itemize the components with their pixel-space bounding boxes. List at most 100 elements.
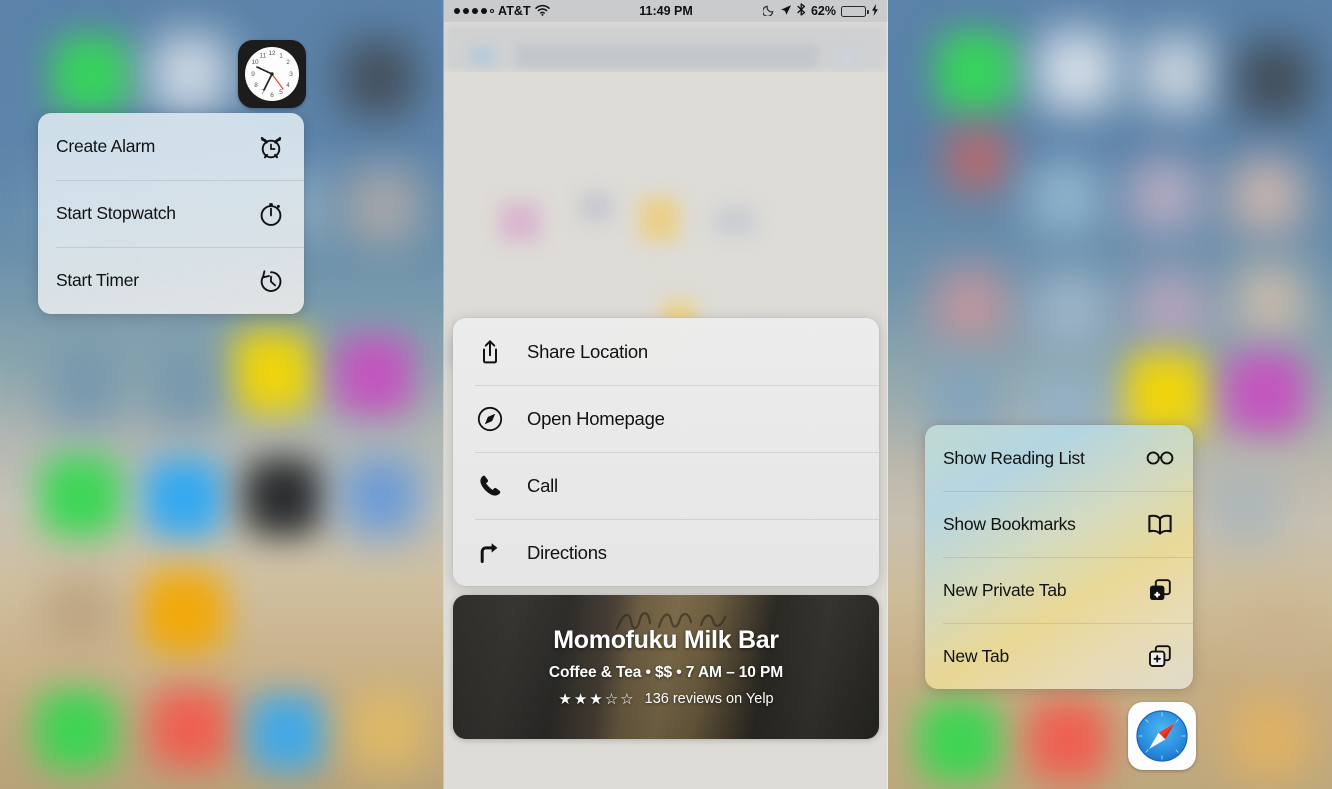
blurred-app-icon (1228, 158, 1304, 234)
blurred-app-icon (936, 32, 1016, 112)
blurred-app-icon (342, 458, 420, 536)
compass-icon (475, 404, 505, 434)
battery-icon (841, 5, 869, 17)
blurred-page-element (714, 207, 756, 235)
svg-text:8: 8 (254, 82, 258, 89)
blurred-dock-icon (150, 688, 230, 768)
quick-action-label: Show Reading List (943, 447, 1085, 468)
blurred-app-icon (48, 352, 122, 426)
blurred-dock-icon (1230, 698, 1310, 778)
blurred-toolbar-icon (470, 46, 494, 66)
svg-text:3: 3 (289, 71, 293, 78)
panel-clock-quick-actions: 12 1 2 345 678 9 10 11 Create Alarm Star… (0, 0, 444, 789)
clock-app-icon[interactable]: 12 1 2 345 678 9 10 11 (238, 40, 306, 108)
blurred-app-icon (1036, 30, 1118, 112)
blurred-app-icon (340, 40, 416, 116)
blurred-page-element (579, 192, 613, 222)
blurred-app-icon (1124, 352, 1208, 436)
quick-action-show-reading-list[interactable]: Show Reading List (925, 425, 1193, 491)
blurred-page-element (499, 202, 541, 242)
restaurant-name: Momofuku Milk Bar (553, 626, 779, 654)
quick-action-start-timer[interactable]: Start Timer (38, 247, 304, 314)
blurred-app-icon (244, 458, 322, 536)
star-rating: ★★★☆☆ (558, 691, 636, 708)
svg-text:1: 1 (279, 53, 283, 60)
blurred-dock-icon (348, 692, 426, 770)
blurred-app-icon (1232, 262, 1308, 338)
blurred-app-icon (1138, 36, 1214, 112)
blurred-app-icon (144, 458, 224, 538)
blurred-app-icon (1224, 352, 1306, 434)
quick-action-label: Start Stopwatch (56, 203, 176, 223)
new-private-tab-icon (1145, 575, 1175, 605)
directions-arrow-icon (475, 538, 505, 568)
blurred-dock-icon (248, 694, 326, 772)
svg-text:10: 10 (251, 59, 259, 66)
quick-action-new-tab[interactable]: New Tab (925, 623, 1193, 689)
safari-app-icon[interactable] (1128, 702, 1196, 770)
blurred-app-icon (230, 330, 314, 414)
link-quick-actions-menu: Share Location Open Homepage Call Direct… (453, 318, 879, 586)
blurred-app-icon (334, 335, 414, 415)
restaurant-preview-card[interactable]: Momofuku Milk Bar Coffee & Tea • $$ • 7 … (453, 595, 879, 739)
stopwatch-icon (256, 199, 286, 229)
restaurant-rating: ★★★☆☆ 136 reviews on Yelp (558, 690, 773, 708)
safari-quick-actions-menu: Show Reading List Show Bookmarks New Pri… (925, 425, 1193, 689)
svg-text:12: 12 (268, 50, 276, 57)
blurred-dock-icon (918, 700, 1000, 782)
svg-text:9: 9 (251, 71, 255, 78)
quick-action-label: Create Alarm (56, 136, 156, 156)
clock-quick-actions-menu: Create Alarm Start Stopwatch Start Timer (38, 113, 304, 314)
quick-action-create-alarm[interactable]: Create Alarm (38, 113, 304, 180)
blurred-app-icon (1034, 272, 1108, 346)
svg-text:5: 5 (279, 89, 283, 96)
blurred-app-icon (52, 36, 130, 114)
quick-action-label: Show Bookmarks (943, 513, 1076, 534)
quick-action-label: Share Location (527, 340, 648, 362)
new-tab-icon (1145, 641, 1175, 671)
blurred-app-icon (934, 268, 1008, 342)
quick-action-new-private-tab[interactable]: New Private Tab (925, 557, 1193, 623)
share-icon (475, 337, 505, 367)
quick-action-label: New Tab (943, 645, 1010, 666)
blurred-dock-icon (1028, 700, 1108, 780)
panel-safari-quick-actions: Show Reading List Show Bookmarks New Pri… (888, 0, 1332, 789)
quick-action-call[interactable]: Call (453, 452, 879, 519)
quick-action-label: Start Timer (56, 270, 139, 290)
blurred-dock-icon (36, 690, 116, 770)
blurred-app-icon (1208, 470, 1282, 544)
panel-divider (443, 0, 444, 789)
glasses-icon (1145, 443, 1175, 473)
blurred-app-icon (948, 130, 1006, 188)
blurred-toolbar-icon (837, 46, 857, 68)
screenshot-stage: 12 1 2 345 678 9 10 11 Create Alarm Star… (0, 0, 1332, 789)
timer-icon (256, 266, 286, 296)
quick-action-show-bookmarks[interactable]: Show Bookmarks (925, 491, 1193, 557)
restaurant-info: Momofuku Milk Bar Coffee & Tea • $$ • 7 … (453, 595, 879, 739)
quick-action-open-homepage[interactable]: Open Homepage (453, 385, 879, 452)
quick-action-label: New Private Tab (943, 579, 1067, 600)
review-count: 136 reviews on Yelp (644, 691, 774, 707)
blurred-app-icon (1134, 270, 1208, 344)
panel-safari-link-actions: Share Location Open Homepage Call Direct… (444, 0, 888, 789)
blurred-app-icon (150, 34, 230, 114)
quick-action-share-location[interactable]: Share Location (453, 318, 879, 385)
phone-icon (475, 471, 505, 501)
url-bar[interactable] (516, 44, 818, 68)
quick-action-start-stopwatch[interactable]: Start Stopwatch (38, 180, 304, 247)
blurred-app-icon (148, 354, 222, 428)
ios-status-bar: AT&T 11:49 PM 62% (444, 0, 888, 22)
blurred-app-icon (345, 168, 421, 244)
restaurant-meta: Coffee & Tea • $$ • 7 AM – 10 PM (548, 664, 784, 681)
blurred-app-icon (1248, 600, 1314, 666)
quick-action-directions[interactable]: Directions (453, 519, 879, 586)
alarm-clock-icon (256, 132, 286, 162)
blurred-app-icon (40, 455, 122, 537)
blurred-app-icon (1236, 42, 1312, 118)
svg-text:6: 6 (270, 92, 274, 99)
svg-text:4: 4 (286, 82, 290, 89)
svg-text:11: 11 (260, 53, 267, 60)
quick-action-label: Directions (527, 541, 607, 563)
quick-action-label: Call (527, 474, 558, 496)
open-book-icon (1145, 509, 1175, 539)
